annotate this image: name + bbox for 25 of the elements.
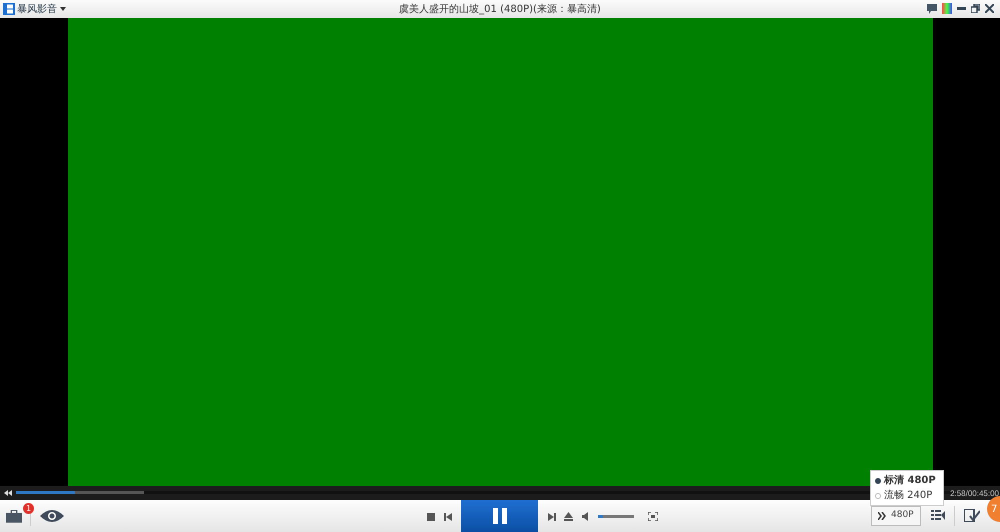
app-name[interactable]: 暴风影音 [17,2,57,16]
close-icon[interactable] [985,4,994,13]
quality-button[interactable]: 480P [871,506,921,526]
toolbox-icon[interactable] [6,510,22,522]
volume-icon[interactable] [582,512,591,521]
next-icon[interactable] [548,513,556,521]
checklist-icon[interactable] [964,509,980,522]
play-pause-button[interactable] [461,500,538,532]
chat-icon[interactable] [927,4,937,14]
playlist-icon[interactable] [931,510,945,521]
pause-icon [492,508,506,524]
film-icon [2,3,14,15]
restore-icon[interactable] [971,4,980,13]
eject-icon[interactable] [564,512,573,521]
double-chevron-icon [878,512,887,520]
quality-option[interactable]: 流畅 240P [871,488,943,503]
rewind-icon[interactable] [4,490,12,496]
volume-track[interactable] [598,515,634,518]
previous-icon[interactable] [444,513,452,521]
window-title: 虞美人盛开的山坡_01 (480P)(来源：暴高清) [399,4,601,15]
dropdown-caret-icon[interactable] [60,7,66,11]
fullscreen-icon[interactable] [648,512,658,521]
eye-icon[interactable] [39,509,65,523]
color-palette-icon[interactable] [942,3,952,14]
quality-option[interactable]: 标清 480P [871,473,943,488]
